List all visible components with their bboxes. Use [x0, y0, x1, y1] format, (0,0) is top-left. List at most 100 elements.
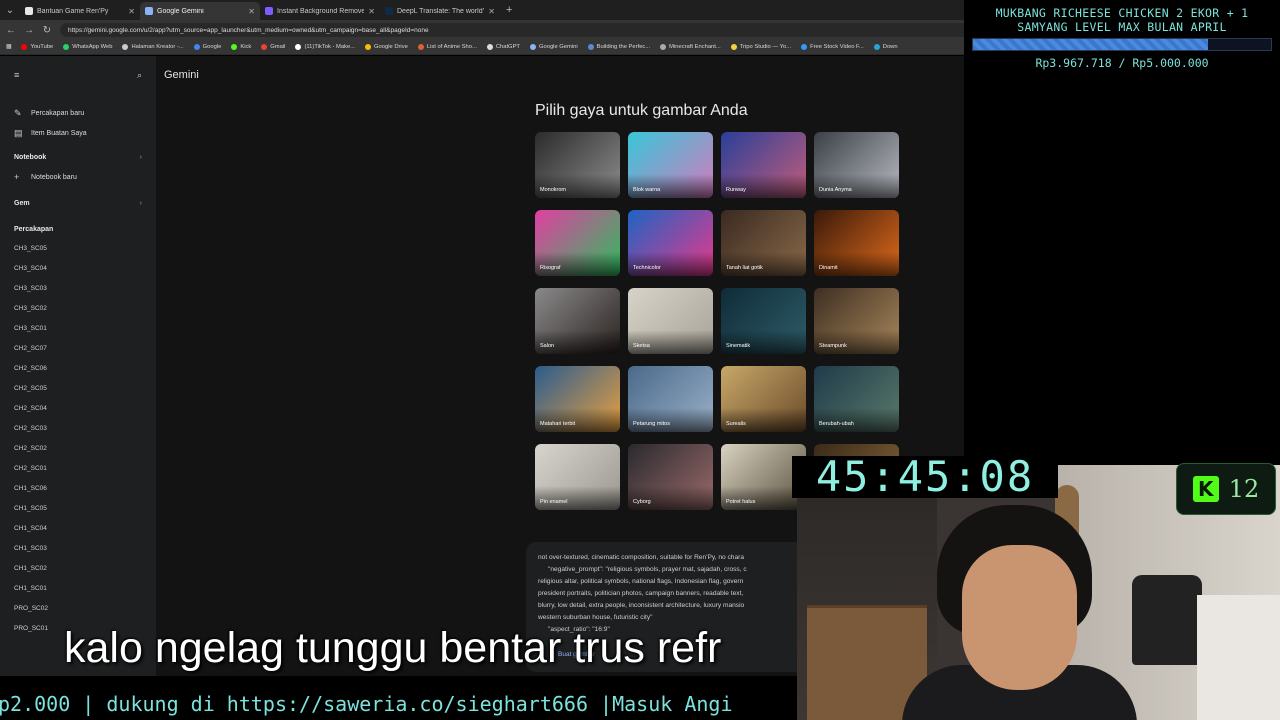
bookmark-item[interactable]: (11)TikTok - Make... [295, 44, 355, 50]
bookmark-label: YouTube [30, 44, 54, 50]
bookmark-item[interactable]: List of Anime Sho... [417, 44, 477, 50]
chat-list-item[interactable]: CH3_SC04 [0, 259, 156, 279]
stack-icon: ▤ [14, 127, 23, 138]
new-chat-button[interactable]: ✎ Percakapan baru [0, 103, 156, 123]
style-card[interactable]: Monokrom [535, 132, 620, 198]
chat-list-item[interactable]: CH1_SC06 [0, 479, 156, 499]
chat-list-item[interactable]: CH3_SC01 [0, 319, 156, 339]
apps-icon[interactable]: ▦ [6, 44, 11, 50]
style-card[interactable]: Pin enamel [535, 444, 620, 510]
style-card-label: Potret halus [726, 499, 756, 505]
style-card[interactable]: Sinematik [721, 288, 806, 354]
bookmark-item[interactable]: YouTube [21, 44, 53, 50]
style-card[interactable]: Sketsa [628, 288, 713, 354]
bookmark-item[interactable]: Google Gemini [529, 44, 578, 50]
bookmark-favicon-icon [417, 44, 424, 50]
browser-tab[interactable]: Google Gemini ✕ [140, 2, 260, 20]
chat-list-item[interactable]: CH3_SC03 [0, 279, 156, 299]
reload-icon[interactable]: ↻ [42, 25, 52, 36]
bookmark-label: Tripo Studio — Yo... [739, 44, 792, 50]
bookmark-item[interactable]: WhatsApp Web [63, 44, 112, 50]
style-card-shade [814, 330, 899, 354]
style-card[interactable]: Dunia Anyma [814, 132, 899, 198]
bookmark-item[interactable]: Gmail [261, 44, 285, 50]
chat-list-item[interactable]: CH2_SC07 [0, 339, 156, 359]
forward-icon[interactable]: → [24, 25, 34, 36]
style-card[interactable]: Cyborg [628, 444, 713, 510]
menu-icon[interactable]: ≡ [14, 70, 19, 81]
bookmark-item[interactable]: Down [873, 44, 898, 50]
style-card[interactable]: Risograf [535, 210, 620, 276]
style-card[interactable]: Runway [721, 132, 806, 198]
new-tab-button[interactable]: + [500, 4, 518, 16]
style-card[interactable]: Dinamit [814, 210, 899, 276]
bookmark-item[interactable]: Building the Perfec... [587, 44, 650, 50]
bookmark-item[interactable]: ChatGPT [486, 44, 520, 50]
style-card-shade [628, 252, 713, 276]
chat-list-item[interactable]: CH2_SC02 [0, 439, 156, 459]
subathon-timer: 45:45:08 [792, 456, 1058, 498]
app-title[interactable]: Gemini [164, 69, 199, 81]
live-caption: kalo ngelag tunggu bentar trus refr [64, 624, 722, 672]
close-icon[interactable]: ✕ [488, 7, 495, 16]
bookmark-label: Google Gemini [538, 44, 578, 50]
chat-list-item[interactable]: CH1_SC03 [0, 539, 156, 559]
style-card[interactable]: Tanah liat gotik [721, 210, 806, 276]
style-card[interactable]: Technicolor [628, 210, 713, 276]
tab-favicon-icon [385, 7, 393, 15]
bookmark-favicon-icon [486, 44, 493, 50]
my-stuff-button[interactable]: ▤ Item Buatan Saya [0, 123, 156, 143]
chat-list-item[interactable]: CH2_SC01 [0, 459, 156, 479]
chat-list-item[interactable]: CH1_SC02 [0, 559, 156, 579]
search-icon[interactable]: ⌕ [137, 70, 142, 81]
bookmark-favicon-icon [21, 44, 28, 50]
bookmark-item[interactable]: Kick [231, 44, 251, 50]
bookmark-label: Google Drive [374, 44, 408, 50]
kick-viewer-badge: K 12 [1176, 463, 1276, 515]
notebook-section[interactable]: Notebook › [0, 147, 156, 167]
bookmark-item[interactable]: Halaman Kreator -... [122, 44, 184, 50]
chat-list-item[interactable]: CH1_SC05 [0, 499, 156, 519]
chat-list-item[interactable]: CH3_SC02 [0, 299, 156, 319]
back-icon[interactable]: ← [6, 25, 16, 36]
bookmark-item[interactable]: Tripo Studio — Yo... [730, 44, 792, 50]
chat-list-item[interactable]: CH2_SC04 [0, 399, 156, 419]
edit-icon: ✎ [14, 107, 22, 118]
gem-section[interactable]: Gem › [0, 193, 156, 213]
style-card[interactable]: Blok warna [628, 132, 713, 198]
style-card[interactable]: Petarung mitos [628, 366, 713, 432]
style-card-shade [535, 330, 620, 354]
new-notebook-button[interactable]: + Notebook baru [0, 167, 156, 187]
chat-list-item[interactable]: CH1_SC04 [0, 519, 156, 539]
style-card-label: Dinamit [819, 265, 838, 271]
style-card[interactable]: Salon [535, 288, 620, 354]
style-card[interactable]: Matahari terbit [535, 366, 620, 432]
chat-list-item[interactable]: CH2_SC06 [0, 359, 156, 379]
close-icon[interactable]: ✕ [248, 7, 255, 16]
bookmark-item[interactable]: Minecraft Enchant... [660, 44, 721, 50]
browser-tab[interactable]: Bantuan Game Ren'Py ✕ [20, 2, 140, 20]
bookmark-item[interactable]: Google [193, 44, 221, 50]
style-card-shade [628, 408, 713, 432]
chat-list-item[interactable]: CH2_SC05 [0, 379, 156, 399]
browser-tab[interactable]: DeepL Translate: The world's mos ✕ [380, 2, 500, 20]
style-card[interactable]: Berubah-ubah [814, 366, 899, 432]
chat-list-item[interactable]: CH1_SC01 [0, 579, 156, 599]
style-card-label: Risograf [540, 265, 561, 271]
goal-line-2: SAMYANG LEVEL MAX BULAN APRIL [1017, 20, 1227, 34]
close-icon[interactable]: ✕ [128, 7, 135, 16]
browser-tab[interactable]: Instant Background Remover - Re✕ [260, 2, 380, 20]
bookmark-item[interactable]: Free Stock Video F... [801, 44, 864, 50]
tab-title: Instant Background Remover - Re [277, 7, 365, 15]
style-card[interactable]: Steampunk [814, 288, 899, 354]
style-card[interactable]: Surealis [721, 366, 806, 432]
chat-list-item[interactable]: PRO_SC02 [0, 599, 156, 619]
bookmark-item[interactable]: Google Drive [365, 44, 408, 50]
chat-list-item[interactable]: CH2_SC03 [0, 419, 156, 439]
bookmark-label: Down [882, 44, 898, 50]
tab-search-icon[interactable]: ⌄ [0, 0, 20, 20]
close-icon[interactable]: ✕ [368, 7, 375, 16]
style-card-shade [535, 174, 620, 198]
bookmark-favicon-icon [193, 44, 200, 50]
chat-list-item[interactable]: CH3_SC05 [0, 239, 156, 259]
